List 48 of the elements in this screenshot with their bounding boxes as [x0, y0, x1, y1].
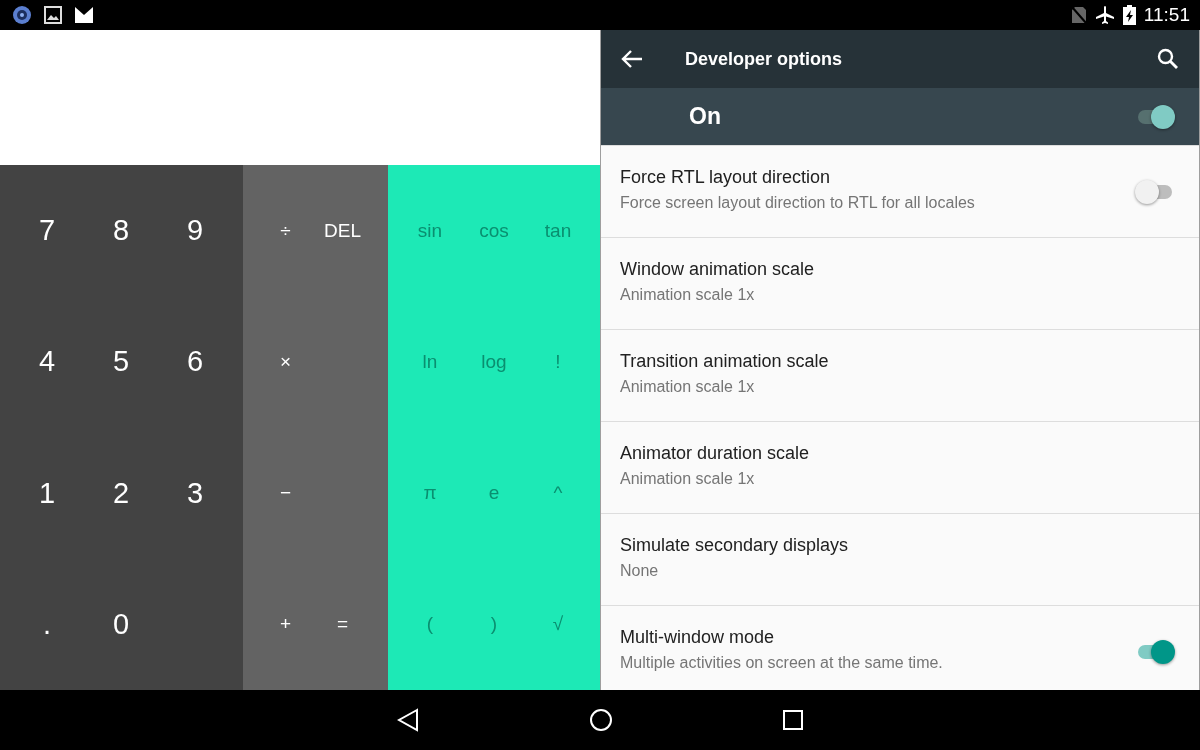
item-title: Force RTL layout direction	[620, 167, 832, 188]
operator-key[interactable]: ÷	[280, 215, 291, 246]
item-summary: Multiple activities on screen at the same time.	[620, 654, 944, 672]
digit-key[interactable]: 5	[112, 341, 130, 383]
home-icon[interactable]	[589, 708, 613, 732]
item-summary: Force screen layout direction to RTL for all locales	[620, 194, 976, 212]
item-title: Simulate secondary displays	[620, 535, 850, 556]
digit-key[interactable]: 0	[112, 603, 130, 645]
search-icon[interactable]	[1157, 48, 1179, 70]
digit-key[interactable]: 9	[186, 210, 204, 252]
digit-key[interactable]: 7	[38, 210, 56, 252]
digit-key[interactable]: 3	[186, 472, 204, 514]
digit-key[interactable]: 1	[38, 472, 56, 514]
item-summary: None	[620, 562, 660, 580]
back-arrow-icon[interactable]	[621, 49, 643, 69]
operator-key[interactable]: −	[279, 478, 292, 509]
digit-key[interactable]: 6	[186, 341, 204, 383]
disc-icon	[12, 5, 32, 25]
settings-item[interactable]: Animator duration scale Animation scale 1x	[601, 422, 1199, 514]
item-title: Animator duration scale	[620, 443, 811, 464]
digit-key[interactable]: 4	[38, 341, 56, 383]
digit-key[interactable]: 8	[112, 210, 130, 252]
settings-item[interactable]: Window animation scale Animation scale 1x	[601, 238, 1199, 330]
item-summary: Animation scale 1x	[620, 470, 756, 488]
clock-time: 11:51	[1143, 4, 1190, 26]
mail-icon	[74, 6, 94, 24]
settings-item[interactable]: Simulate secondary displays None	[601, 514, 1199, 606]
battery-charging-icon	[1122, 5, 1136, 25]
item-title: Multi-window mode	[620, 627, 776, 648]
image-icon	[44, 6, 62, 24]
operator-key[interactable]: ×	[279, 346, 292, 377]
screen-title: Developer options	[685, 48, 844, 70]
airplane-icon	[1094, 5, 1115, 25]
settings-item[interactable]: Transition animation scale Animation scale 1x	[601, 330, 1199, 422]
master-switch-label: On	[689, 103, 722, 130]
item-summary: Animation scale 1x	[620, 378, 756, 396]
item-summary: Animation scale 1x	[620, 286, 756, 304]
no-sim-icon	[1070, 6, 1087, 24]
back-icon[interactable]	[397, 708, 419, 732]
digit-key[interactable]: .	[42, 603, 52, 645]
settings-item[interactable]: Force RTL layout direction Force screen layout direction to RTL for all locales	[601, 146, 1199, 238]
item-title: Transition animation scale	[620, 351, 830, 372]
operator-key[interactable]: +	[279, 609, 292, 640]
item-title: Window animation scale	[620, 259, 816, 280]
recents-icon[interactable]	[783, 710, 803, 730]
operator-key[interactable]: DEL	[324, 215, 361, 246]
digit-key[interactable]: 2	[112, 472, 130, 514]
operator-key[interactable]: =	[336, 609, 349, 640]
